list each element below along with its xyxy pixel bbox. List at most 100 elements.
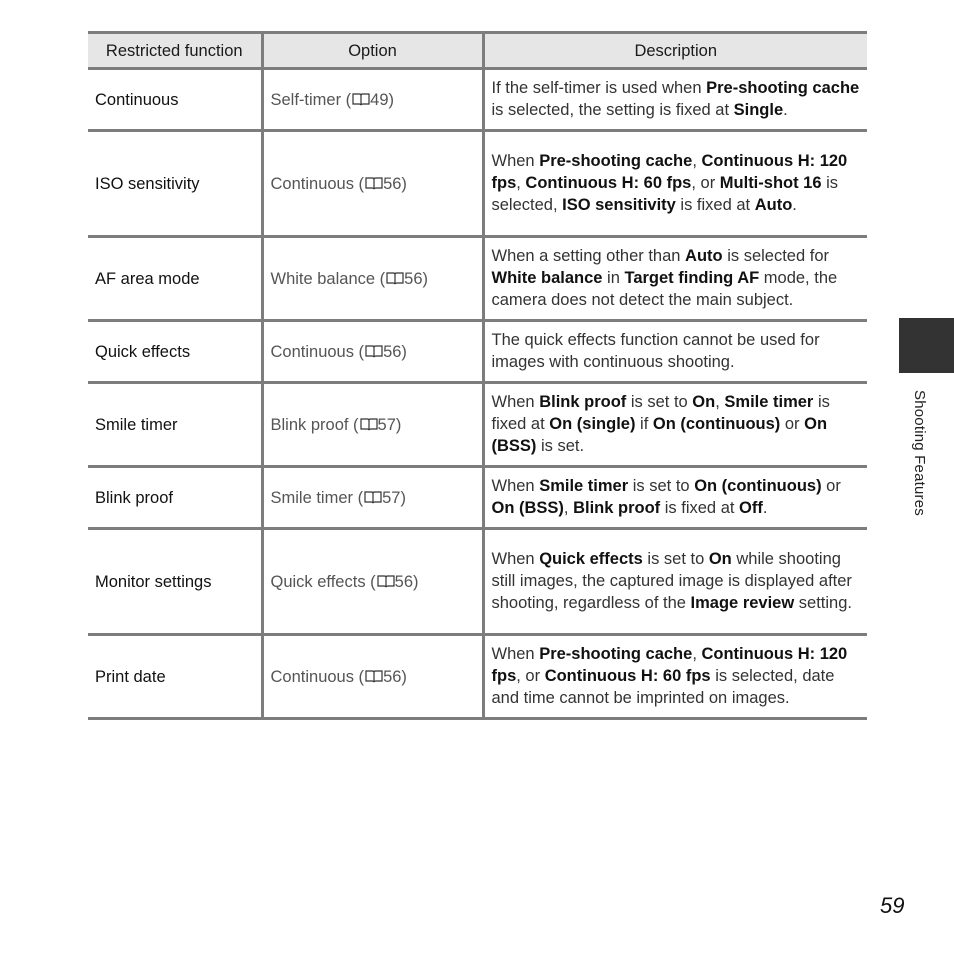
book-reference-icon <box>386 269 404 284</box>
description-emphasis: Continuous H: 60 fps <box>544 667 711 685</box>
description-emphasis: Smile timer <box>724 393 814 411</box>
description-text: , or <box>516 667 545 685</box>
option-cell: Smile timer ( 57) <box>260 465 483 530</box>
description-text: is set to <box>626 393 693 411</box>
description-emphasis: On <box>692 393 716 411</box>
book-reference-icon <box>352 90 370 105</box>
restricted-function-cell: Continuous <box>88 67 262 132</box>
restricted-function-cell: Print date <box>88 633 262 720</box>
description-emphasis: Image review <box>690 594 795 612</box>
description-cell: When Pre-shooting cache, Continuous H: 1… <box>481 129 867 238</box>
description-text: setting. <box>794 594 852 612</box>
description-emphasis: Pre-shooting cache <box>539 152 693 170</box>
description-emphasis: Multi-shot 16 <box>719 174 822 192</box>
description-text: When <box>491 645 540 663</box>
description-emphasis: Quick effects <box>539 550 643 568</box>
table-row: Quick effects Continuous ( 56) The quick ef… <box>88 319 867 384</box>
description-emphasis: Auto <box>754 196 793 214</box>
book-reference-icon <box>365 342 383 357</box>
restricted-function-cell: AF area mode <box>88 235 262 322</box>
header-restricted-function: Restricted function <box>88 31 262 70</box>
description-text: is selected for <box>722 247 830 265</box>
description-cell: When a setting other than Auto is select… <box>481 235 867 322</box>
option-page-ref[interactable]: 56) <box>395 573 419 591</box>
table-row: Smile timer Blink proof ( 57) When Blink pr… <box>88 381 867 468</box>
restricted-function-cell: Smile timer <box>88 381 262 468</box>
description-emphasis: Blink proof <box>573 499 661 517</box>
option-label: Self-timer ( <box>270 90 352 109</box>
option-label: Continuous ( <box>270 667 365 686</box>
description-text: When <box>491 477 540 495</box>
description-emphasis: Auto <box>685 247 723 265</box>
option-label: Blink proof ( <box>270 415 359 434</box>
restricted-function-cell: Blink proof <box>88 465 262 530</box>
description-text: . <box>762 499 768 517</box>
description-text: if <box>635 415 653 433</box>
table-row: Monitor settings Quick effects ( 56) When Q… <box>88 527 867 636</box>
table-row: AF area mode White balance (56) When a set… <box>88 235 867 322</box>
table-row: ISO sensitivity Continuous ( 56) When Pre-s… <box>88 129 867 238</box>
option-page-ref[interactable]: 56) <box>404 270 428 288</box>
header-option: Option <box>260 31 483 70</box>
description-text: is fixed at <box>675 196 755 214</box>
option-cell: White balance (56) <box>260 235 483 322</box>
description-text: or <box>780 415 805 433</box>
description-cell: When Smile timer is set to On (continuou… <box>481 465 867 530</box>
restricted-function-cell: Quick effects <box>88 319 262 384</box>
description-emphasis: Continuous H: 60 fps <box>525 174 692 192</box>
description-cell: If the self-timer is used when Pre-shoot… <box>481 67 867 132</box>
description-emphasis: Smile timer <box>539 477 629 495</box>
description-text: If the self-timer is used when <box>491 79 707 97</box>
description-emphasis: Single <box>733 101 784 119</box>
description-emphasis: Target finding AF <box>624 269 760 287</box>
description-cell: The quick effects function cannot be use… <box>481 319 867 384</box>
page-number: 59 <box>880 893 905 918</box>
option-cell: Quick effects ( 56) <box>260 527 483 636</box>
book-reference-icon <box>359 415 378 430</box>
book-reference-icon <box>365 174 383 189</box>
section-tab-marker <box>899 318 954 373</box>
description-emphasis: On (BSS) <box>491 499 564 517</box>
description-emphasis: ISO sensitivity <box>562 196 676 214</box>
header-description: Description <box>481 31 867 70</box>
description-text: is selected, the setting is fixed at <box>491 101 734 119</box>
option-page-ref[interactable]: 56) <box>383 343 407 361</box>
option-page-ref[interactable]: 57) <box>382 489 406 507</box>
description-text: is set to <box>642 550 709 568</box>
restrictions-table: Restricted function Option Description C… <box>88 31 867 720</box>
description-text: . <box>783 101 788 119</box>
description-cell: When Pre-shooting cache, Continuous H: 1… <box>481 633 867 720</box>
option-cell: Continuous ( 56) <box>260 319 483 384</box>
description-text: When <box>491 393 540 411</box>
description-text: When a setting other than <box>491 247 686 265</box>
description-emphasis: On (continuous) <box>694 477 822 495</box>
description-emphasis: Off <box>739 499 763 517</box>
description-emphasis: Pre-shooting cache <box>539 645 693 663</box>
option-label: Continuous ( <box>270 174 365 193</box>
option-label: Quick effects ( <box>270 572 376 591</box>
description-text: The quick effects function cannot be use… <box>491 331 820 371</box>
description-text: . <box>792 196 797 214</box>
table-header-row: Restricted function Option Description <box>88 31 867 70</box>
option-page-ref[interactable]: 57) <box>378 416 402 434</box>
option-cell: Blink proof ( 57) <box>260 381 483 468</box>
option-label: Continuous ( <box>270 342 365 361</box>
description-text: in <box>602 269 625 287</box>
book-reference-icon <box>364 488 382 503</box>
description-text: or <box>821 477 841 495</box>
option-page-ref[interactable]: 56) <box>383 668 407 686</box>
description-emphasis: White balance <box>491 269 603 287</box>
table-row: Blink proof Smile timer ( 57) When Smile ti… <box>88 465 867 530</box>
description-text: is set to <box>628 477 695 495</box>
description-cell: When Blink proof is set to On, Smile tim… <box>481 381 867 468</box>
option-page-ref[interactable]: 49) <box>370 91 394 109</box>
option-label: Smile timer ( <box>270 488 364 507</box>
table-row: Continuous Self-timer ( 49) If the self-tim… <box>88 67 867 132</box>
restricted-function-cell: Monitor settings <box>88 527 262 636</box>
option-page-ref[interactable]: 56) <box>383 175 407 193</box>
description-text: When <box>491 550 540 568</box>
option-cell: Continuous ( 56) <box>260 633 483 720</box>
restricted-function-cell: ISO sensitivity <box>88 129 262 238</box>
description-emphasis: Blink proof <box>539 393 627 411</box>
description-text: is set. <box>536 437 585 455</box>
